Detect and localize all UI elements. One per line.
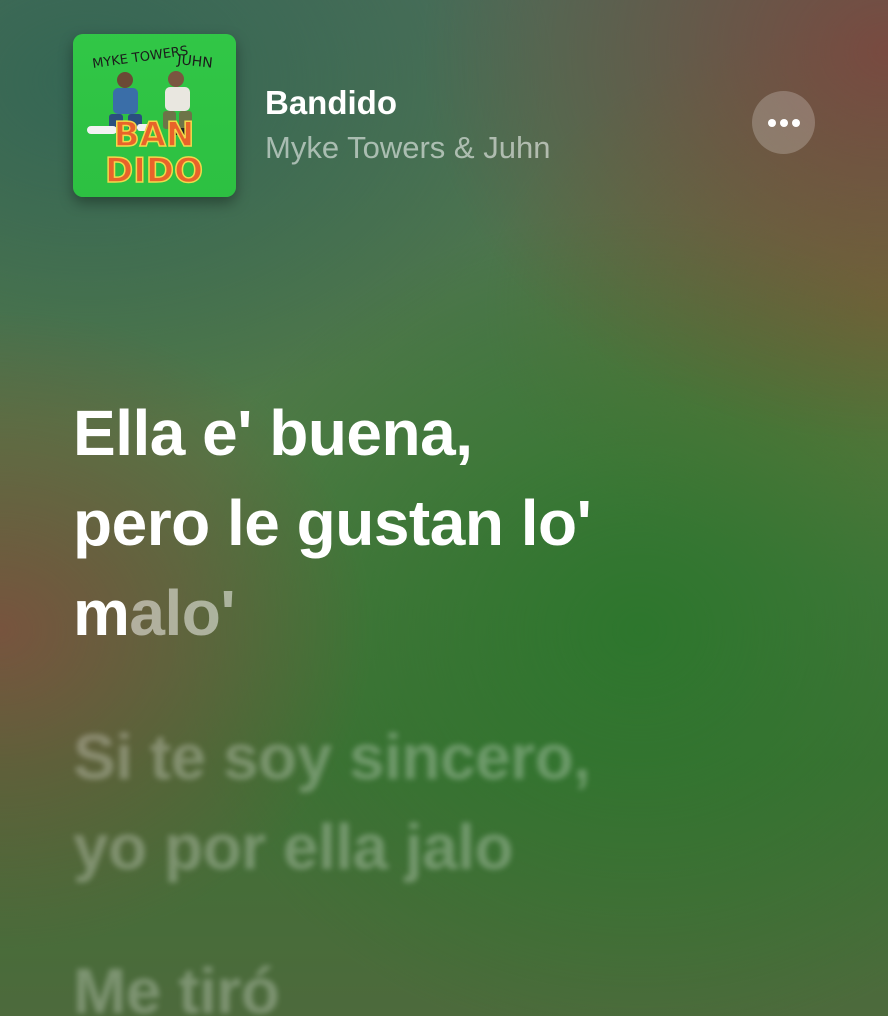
lyric-line: yo por ella jalo (73, 811, 514, 883)
more-options-button[interactable] (752, 91, 815, 154)
current-lyric[interactable]: Ella e' buena, pero le gustan lo' malo' (73, 388, 863, 658)
lyrics-view[interactable]: Ella e' buena, pero le gustan lo' malo' … (73, 388, 863, 1016)
song-title: Bandido (265, 84, 397, 121)
lyric-line: Ella e' buena, (73, 397, 473, 469)
album-title-line2: DIDO (105, 151, 203, 191)
now-playing-header: MYKE TOWERS JUHN BAN DIDO Bandido Myke T… (73, 34, 815, 197)
album-title-line1: BAN (114, 115, 195, 155)
lyric-line-in-progress: malo' (73, 568, 863, 658)
lyric-line: Me tiró (73, 955, 280, 1016)
following-lyric[interactable]: Me tiró (73, 946, 863, 1016)
lyric-unsung-part: alo' (129, 577, 236, 649)
album-artwork[interactable]: MYKE TOWERS JUHN BAN DIDO (73, 34, 236, 197)
song-artist[interactable]: Myke Towers & Juhn (265, 130, 550, 166)
album-artwork-image: MYKE TOWERS JUHN BAN DIDO (73, 34, 236, 197)
lyric-sung-part: m (73, 577, 130, 649)
lyric-line: Si te soy sincero, (73, 721, 591, 793)
lyric-line: pero le gustan lo' (73, 487, 592, 559)
next-lyric[interactable]: Si te soy sincero, yo por ella jalo (73, 712, 863, 892)
ellipsis-icon (767, 118, 800, 127)
